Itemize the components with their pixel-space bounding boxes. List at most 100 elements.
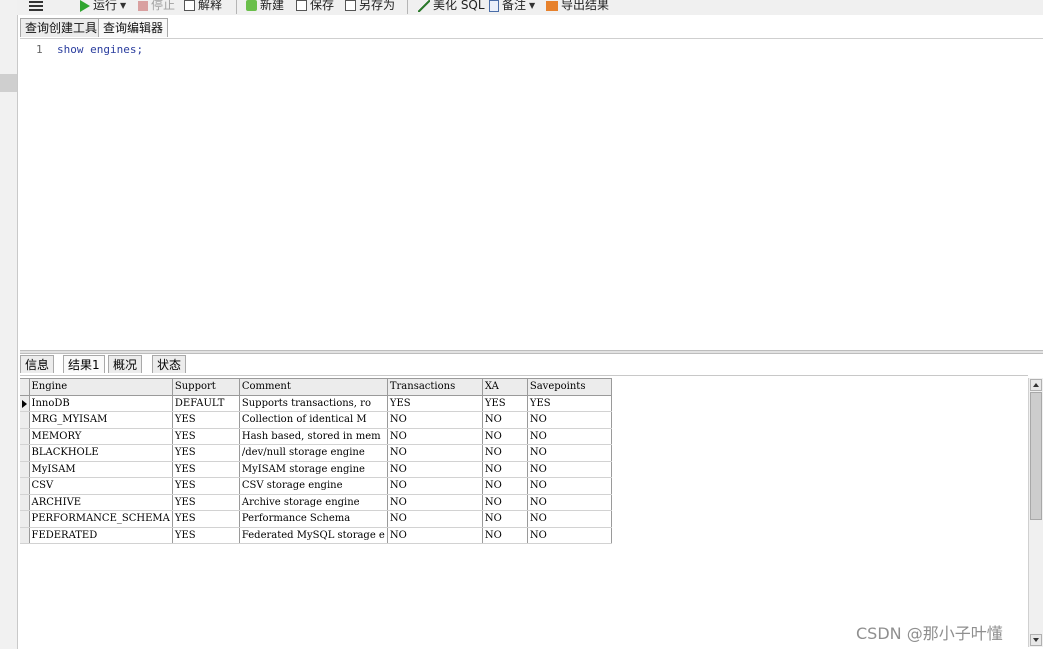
scroll-down-icon[interactable] — [1030, 634, 1042, 646]
row-indicator[interactable] — [20, 494, 30, 511]
table-cell[interactable]: NO — [527, 444, 612, 462]
table-row[interactable]: ARCHIVE YES Archive storage engine NO NO… — [20, 494, 612, 511]
tab-status[interactable]: 状态 — [152, 355, 187, 373]
table-cell[interactable]: Collection of identical M — [239, 411, 388, 429]
table-cell[interactable]: NO — [482, 444, 528, 462]
table-row[interactable]: MRG_MYISAM YES Collection of identical M… — [20, 411, 612, 429]
table-cell[interactable]: MEMORY — [29, 428, 173, 445]
row-indicator[interactable] — [20, 527, 30, 544]
table-cell[interactable]: YES — [172, 527, 240, 544]
table-cell[interactable]: Federated MySQL storage e — [239, 527, 388, 544]
tab-profile[interactable]: 概况 — [108, 355, 143, 373]
table-cell[interactable]: NO — [482, 428, 528, 445]
table-cell[interactable]: YES — [387, 395, 483, 412]
column-header[interactable]: Support — [172, 378, 240, 396]
table-cell[interactable]: /dev/null storage engine — [239, 444, 388, 462]
tab-query-builder[interactable]: 查询创建工具 — [20, 18, 103, 37]
table-cell[interactable]: Supports transactions, ro — [239, 395, 388, 412]
table-cell[interactable]: NO — [482, 510, 528, 528]
table-cell[interactable]: NO — [527, 477, 612, 495]
table-cell[interactable]: YES — [172, 494, 240, 511]
column-header[interactable]: Savepoints — [527, 378, 612, 396]
table-cell[interactable]: MyISAM storage engine — [239, 461, 388, 478]
table-cell[interactable]: NO — [482, 461, 528, 478]
note-dropdown-icon[interactable]: ▼ — [529, 0, 535, 14]
table-cell[interactable]: MRG_MYISAM — [29, 411, 173, 429]
table-cell[interactable]: Archive storage engine — [239, 494, 388, 511]
table-cell[interactable]: YES — [172, 461, 240, 478]
table-row[interactable]: CSV YES CSV storage engine NO NO NO — [20, 477, 612, 495]
row-indicator[interactable] — [20, 477, 30, 495]
table-cell[interactable]: DEFAULT — [172, 395, 240, 412]
table-cell[interactable]: Performance Schema — [239, 510, 388, 528]
table-cell[interactable]: NO — [482, 494, 528, 511]
table-cell[interactable]: NO — [387, 444, 483, 462]
table-cell[interactable]: FEDERATED — [29, 527, 173, 544]
table-row[interactable]: BLACKHOLE YES /dev/null storage engine N… — [20, 444, 612, 462]
column-header[interactable]: Engine — [29, 378, 173, 396]
scroll-up-icon[interactable] — [1030, 379, 1042, 391]
row-indicator[interactable] — [20, 510, 30, 528]
vertical-scrollbar[interactable] — [1028, 378, 1043, 647]
table-row[interactable]: InnoDB DEFAULT Supports transactions, ro… — [20, 395, 612, 412]
table-cell[interactable]: NO — [387, 461, 483, 478]
table-row[interactable]: PERFORMANCE_SCHEMA YES Performance Schem… — [20, 510, 612, 528]
table-cell[interactable]: NO — [527, 510, 612, 528]
note-button[interactable]: 备注 ▼ — [489, 0, 535, 14]
table-cell[interactable]: ARCHIVE — [29, 494, 173, 511]
table-cell[interactable]: NO — [527, 428, 612, 445]
table-cell[interactable]: CSV storage engine — [239, 477, 388, 495]
column-header[interactable]: Comment — [239, 378, 388, 396]
new-button[interactable]: 新建 — [246, 0, 284, 14]
scroll-thumb[interactable] — [1030, 392, 1042, 520]
table-cell[interactable]: NO — [387, 527, 483, 544]
table-cell[interactable]: NO — [482, 411, 528, 429]
explain-button[interactable]: 解释 — [184, 0, 222, 14]
table-cell[interactable]: YES — [172, 428, 240, 445]
tab-info[interactable]: 信息 — [20, 355, 55, 373]
save-button[interactable]: 保存 — [296, 0, 334, 14]
row-indicator[interactable] — [20, 395, 30, 412]
table-cell[interactable]: YES — [172, 510, 240, 528]
table-cell[interactable]: NO — [387, 428, 483, 445]
table-cell[interactable]: NO — [527, 527, 612, 544]
table-cell[interactable]: YES — [172, 411, 240, 429]
table-cell[interactable]: NO — [527, 411, 612, 429]
stop-button[interactable]: 停止 — [138, 0, 175, 14]
sql-editor[interactable]: 1 show engines; — [20, 38, 1043, 351]
table-cell[interactable]: CSV — [29, 477, 173, 495]
table-cell[interactable]: NO — [387, 411, 483, 429]
table-cell[interactable]: YES — [482, 395, 528, 412]
table-cell[interactable]: BLACKHOLE — [29, 444, 173, 462]
row-indicator[interactable] — [20, 444, 30, 462]
table-cell[interactable]: YES — [527, 395, 612, 412]
row-indicator[interactable] — [20, 411, 30, 429]
row-indicator[interactable] — [20, 428, 30, 445]
editor-splitter[interactable] — [20, 350, 1043, 354]
table-row[interactable]: FEDERATED YES Federated MySQL storage e … — [20, 527, 612, 544]
tab-result1[interactable]: 结果1 — [63, 355, 105, 373]
table-cell[interactable]: InnoDB — [29, 395, 173, 412]
table-cell[interactable]: NO — [482, 527, 528, 544]
column-header[interactable]: Transactions — [387, 378, 483, 396]
table-cell[interactable]: NO — [387, 494, 483, 511]
table-cell[interactable]: YES — [172, 444, 240, 462]
run-button[interactable]: 运行 ▼ — [80, 0, 126, 14]
table-cell[interactable]: NO — [387, 477, 483, 495]
table-cell[interactable]: Hash based, stored in mem — [239, 428, 388, 445]
row-indicator[interactable] — [20, 461, 30, 478]
run-dropdown-icon[interactable]: ▼ — [120, 0, 126, 14]
code-line[interactable]: show engines; — [57, 43, 143, 56]
table-cell[interactable]: NO — [527, 494, 612, 511]
menu-button[interactable] — [29, 0, 43, 14]
table-row[interactable]: MyISAM YES MyISAM storage engine NO NO N… — [20, 461, 612, 478]
table-cell[interactable]: NO — [527, 461, 612, 478]
save-as-button[interactable]: 另存为 — [345, 0, 395, 14]
tab-query-editor[interactable]: 查询编辑器 — [98, 18, 169, 37]
column-header[interactable]: XA — [482, 378, 528, 396]
table-cell[interactable]: MyISAM — [29, 461, 173, 478]
table-cell[interactable]: PERFORMANCE_SCHEMA — [29, 510, 173, 528]
table-cell[interactable]: YES — [172, 477, 240, 495]
table-cell[interactable]: NO — [482, 477, 528, 495]
export-results-button[interactable]: 导出结果 — [546, 0, 609, 14]
